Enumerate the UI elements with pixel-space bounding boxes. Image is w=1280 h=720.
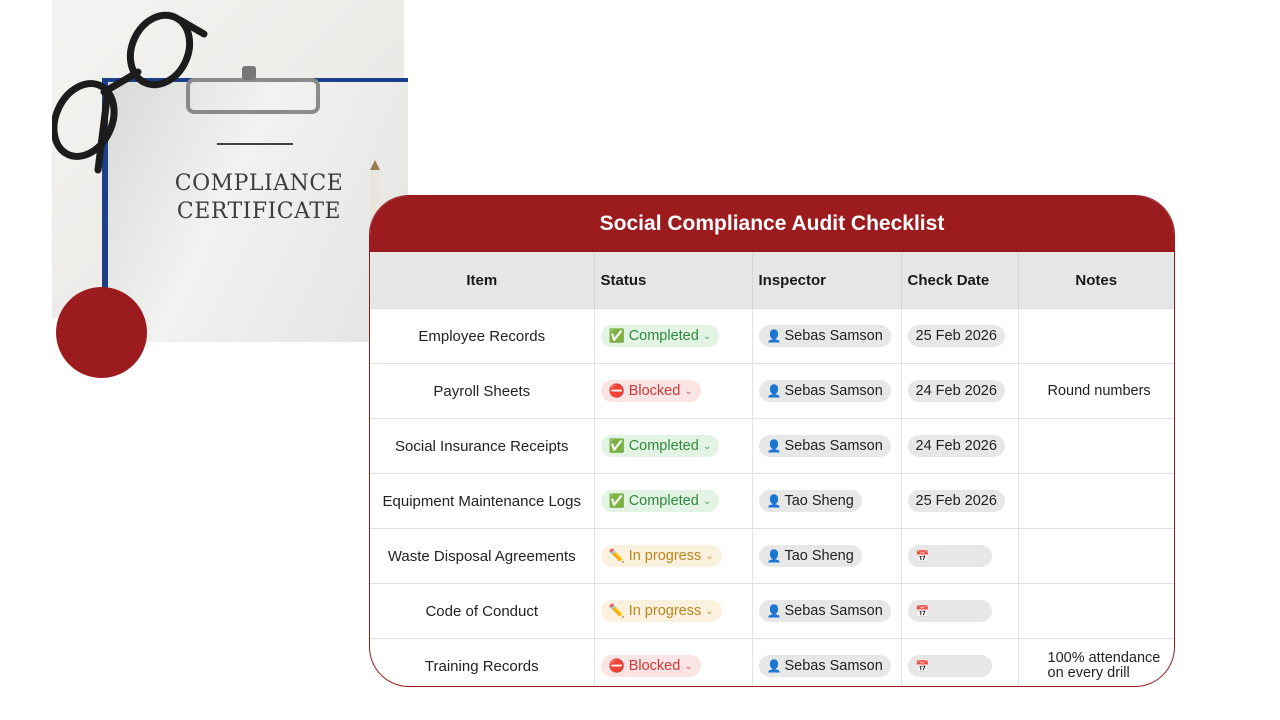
inspector-chip[interactable]: 👤 Sebas Samson	[758, 435, 891, 457]
notes-line-2: on every drill	[1047, 665, 1130, 681]
table-row: Equipment Maintenance Logs ✅ Completed ⌄ 👤…	[370, 473, 1174, 529]
status-label: Completed	[628, 493, 699, 509]
inspector-chip[interactable]: 👤 Tao Sheng	[758, 490, 862, 512]
header-item: Item	[370, 252, 595, 309]
chevron-down-icon: ⌄	[684, 385, 693, 397]
check-date-chip[interactable]: 25 Feb 2026	[907, 490, 1005, 512]
notes-cell[interactable]	[1018, 583, 1174, 639]
status-dropdown[interactable]: ✅ Completed ⌄	[600, 490, 720, 512]
status-dropdown[interactable]: ✅ Completed ⌄	[600, 325, 720, 347]
person-icon: 👤	[766, 329, 782, 343]
table-row: Waste Disposal Agreements ✏️ In progress ⌄…	[370, 528, 1174, 584]
certificate-line-1: COMPLIANCE	[174, 171, 344, 196]
table-header-row: Item Status Inspector Check Date Notes	[370, 252, 1174, 309]
item-cell: Code of Conduct	[370, 583, 595, 639]
table-row: Code of Conduct ✏️ In progress ⌄ 👤 Sebas Sa…	[370, 583, 1174, 639]
table-row: Employee Records ✅ Completed ⌄ 👤 Sebas Sams…	[370, 308, 1174, 364]
check-box-icon: ✅	[608, 493, 625, 508]
chevron-down-icon: ⌄	[702, 495, 712, 507]
table-row: Training Records ⛔ Blocked ⌄ 👤 Sebas Samson…	[370, 638, 1174, 686]
inspector-chip[interactable]: 👤 Sebas Samson	[758, 380, 891, 402]
inspector-chip[interactable]: 👤 Sebas Samson	[758, 325, 891, 347]
status-label: In progress	[628, 603, 702, 619]
inspector-chip[interactable]: 👤 Sebas Samson	[758, 655, 891, 677]
person-icon: 👤	[766, 549, 782, 563]
compliance-certificate-photo: COMPLIANCE CERTIFICATE	[52, 0, 408, 342]
item-cell: Equipment Maintenance Logs	[370, 473, 595, 529]
notes-cell[interactable]	[1018, 418, 1174, 474]
inspector-name: Sebas Samson	[784, 383, 883, 399]
pencil-icon: ✏️	[608, 548, 625, 563]
notes-cell[interactable]	[1018, 308, 1174, 364]
check-date-chip[interactable]: 📅	[907, 600, 992, 622]
chevron-down-icon: ⌄	[684, 660, 693, 672]
check-date-chip[interactable]: 25 Feb 2026	[907, 325, 1005, 347]
item-cell: Waste Disposal Agreements	[370, 528, 595, 584]
no-entry-icon: ⛔	[608, 658, 625, 673]
inspector-name: Sebas Samson	[784, 658, 883, 674]
person-icon: 👤	[766, 494, 782, 508]
notes-cell[interactable]: 100% attendance on every drill	[1018, 638, 1174, 686]
chevron-down-icon: ⌄	[705, 550, 714, 562]
item-cell: Social Insurance Receipts	[370, 418, 595, 474]
inspector-name: Tao Sheng	[784, 493, 854, 509]
item-cell: Payroll Sheets	[370, 363, 595, 419]
chevron-down-icon: ⌄	[702, 440, 712, 452]
header-check-date: Check Date	[901, 252, 1019, 309]
certificate-rule	[217, 143, 293, 145]
calendar-icon: 📅	[915, 605, 930, 618]
status-dropdown[interactable]: ✅ Completed ⌄	[600, 435, 720, 457]
notes-cell[interactable]	[1018, 473, 1174, 529]
no-entry-icon: ⛔	[608, 383, 625, 398]
notes-cell[interactable]	[1018, 528, 1174, 584]
status-label: Completed	[628, 328, 699, 344]
status-label: In progress	[628, 548, 702, 564]
chevron-down-icon: ⌄	[702, 330, 712, 342]
item-cell: Training Records	[370, 638, 595, 686]
header-status: Status	[594, 252, 753, 309]
check-box-icon: ✅	[608, 438, 625, 453]
notes-cell[interactable]: Round numbers	[1018, 363, 1174, 419]
person-icon: 👤	[766, 604, 782, 618]
item-cell: Employee Records	[370, 308, 595, 364]
calendar-icon: 📅	[915, 550, 930, 563]
chevron-down-icon: ⌄	[705, 605, 714, 617]
inspector-chip[interactable]: 👤 Tao Sheng	[758, 545, 862, 567]
status-label: Blocked	[628, 658, 681, 674]
status-label: Completed	[628, 438, 699, 454]
header-notes: Notes	[1018, 252, 1174, 309]
status-label: Blocked	[628, 383, 681, 399]
decorative-red-circle	[56, 287, 147, 378]
table-row: Payroll Sheets ⛔ Blocked ⌄ 👤 Sebas Samson 2…	[370, 363, 1174, 419]
person-icon: 👤	[766, 384, 782, 398]
check-date-chip[interactable]: 📅	[907, 655, 992, 677]
inspector-chip[interactable]: 👤 Sebas Samson	[758, 600, 891, 622]
check-date-chip[interactable]: 📅	[907, 545, 992, 567]
audit-checklist-table: Item Status Inspector Check Date Notes E…	[370, 252, 1174, 686]
inspector-name: Tao Sheng	[784, 548, 854, 564]
inspector-name: Sebas Samson	[784, 328, 883, 344]
check-date-chip[interactable]: 24 Feb 2026	[907, 435, 1005, 457]
calendar-icon: 📅	[915, 660, 930, 673]
certificate-text: COMPLIANCE CERTIFICATE	[164, 170, 354, 226]
status-dropdown[interactable]: ✏️ In progress ⌄	[600, 600, 722, 622]
person-icon: 👤	[766, 439, 782, 453]
person-icon: 👤	[766, 659, 782, 673]
table-title: Social Compliance Audit Checklist	[370, 196, 1174, 252]
certificate-line-2: CERTIFICATE	[176, 199, 342, 224]
inspector-name: Sebas Samson	[784, 438, 883, 454]
clipboard-illustration	[52, 11, 380, 300]
status-dropdown[interactable]: ⛔ Blocked ⌄	[600, 655, 701, 677]
pencil-icon: ✏️	[608, 603, 625, 618]
table-row: Social Insurance Receipts ✅ Completed ⌄ 👤 S…	[370, 418, 1174, 474]
check-box-icon: ✅	[608, 328, 625, 343]
check-date-chip[interactable]: 24 Feb 2026	[907, 380, 1005, 402]
status-dropdown[interactable]: ⛔ Blocked ⌄	[600, 380, 701, 402]
notes-line-1: 100% attendance	[1047, 650, 1161, 666]
audit-checklist-card: Social Compliance Audit Checklist Item S…	[369, 195, 1175, 687]
status-dropdown[interactable]: ✏️ In progress ⌄	[600, 545, 722, 567]
inspector-name: Sebas Samson	[784, 603, 883, 619]
header-inspector: Inspector	[752, 252, 902, 309]
